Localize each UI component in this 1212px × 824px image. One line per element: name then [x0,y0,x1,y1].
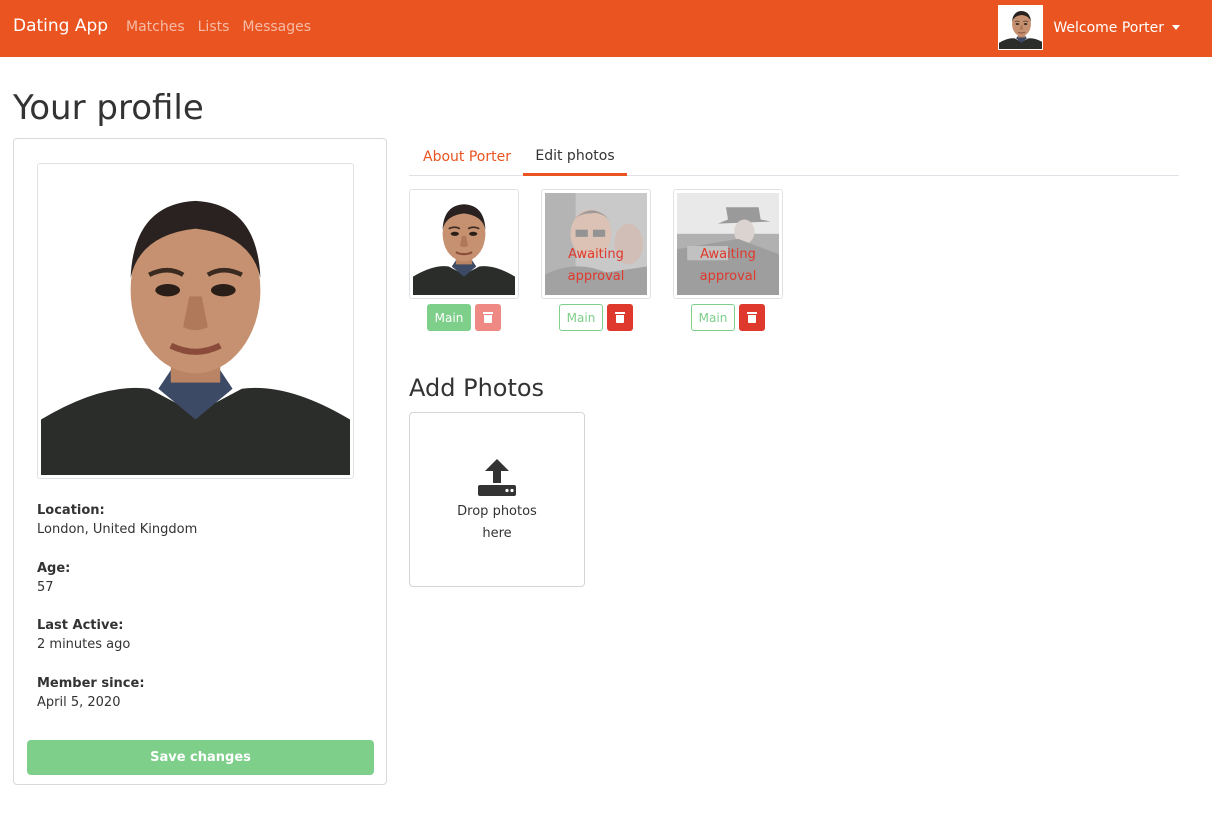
user-menu[interactable]: Welcome Porter [998,5,1180,50]
add-photos-title: Add Photos [409,374,545,402]
welcome-text: Welcome Porter [1053,19,1164,36]
awaiting-approval-label-3: Awaiting approval [699,247,757,284]
tab-edit-photos[interactable]: Edit photos [523,138,627,176]
nav-links: Matches Lists Messages [126,19,324,35]
photo-dropzone[interactable]: Drop photos here [409,412,585,587]
trash-icon [615,312,625,323]
navbar: Dating App Matches Lists Messages Welcom… [0,0,1212,57]
location-info: Location: London, United Kingdom [37,503,197,537]
profile-tabs: About Porter Edit photos [409,138,1179,176]
member-since-value: April 5, 2020 [37,695,121,710]
member-since-info: Member since: April 5, 2020 [37,676,145,710]
awaiting-approval-label-2: Awaiting approval [567,247,625,284]
set-main-button-1[interactable]: Main [427,304,471,331]
trash-icon [747,312,757,323]
age-value: 57 [37,580,54,595]
page-title: Your profile [13,88,204,128]
location-label: Location: [37,503,105,518]
set-main-button-3[interactable]: Main [691,304,735,331]
trash-icon [483,312,493,323]
age-info: Age: 57 [37,561,70,595]
save-changes-button[interactable]: Save changes [27,740,374,775]
nav-link-lists[interactable]: Lists [198,19,230,35]
nav-link-matches[interactable]: Matches [126,19,185,35]
delete-photo-button-1[interactable] [475,304,501,331]
last-active-label: Last Active: [37,618,124,633]
last-active-info: Last Active: 2 minutes ago [37,618,130,652]
drop-photos-text: Drop photos here [457,504,537,541]
delete-photo-button-3[interactable] [739,304,765,331]
upload-icon [478,459,516,496]
location-value: London, United Kingdom [37,522,198,537]
last-active-value: 2 minutes ago [37,637,131,652]
profile-photo [37,163,354,479]
photo-thumb-1 [409,189,519,299]
tab-about[interactable]: About Porter [423,138,511,176]
welcome-dropdown[interactable]: Welcome Porter [1053,20,1180,36]
chevron-down-icon [1172,25,1180,30]
profile-card: Location: London, United Kingdom Age: 57… [13,138,387,785]
set-main-button-2[interactable]: Main [559,304,603,331]
brand-link[interactable]: Dating App [13,16,108,36]
avatar [998,5,1044,50]
delete-photo-button-2[interactable] [607,304,633,331]
nav-link-messages[interactable]: Messages [242,19,311,35]
age-label: Age: [37,561,71,576]
member-since-label: Member since: [37,676,145,691]
